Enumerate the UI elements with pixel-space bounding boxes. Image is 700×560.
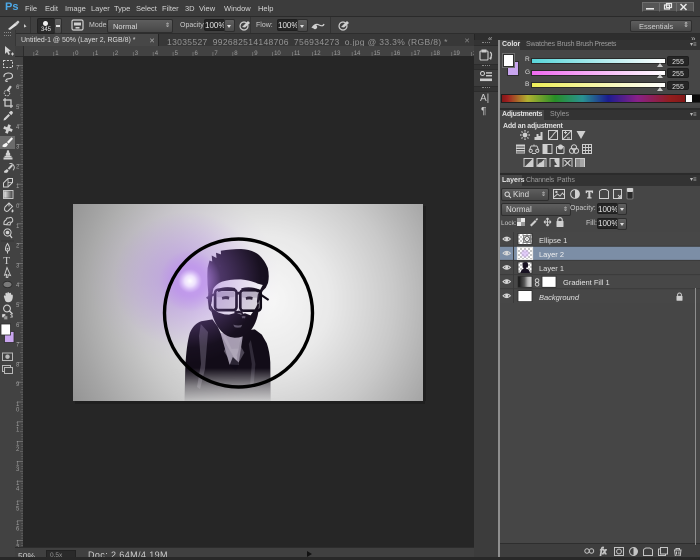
svg-text:2: 2 <box>16 447 20 453</box>
svg-text:4: 4 <box>16 283 20 289</box>
svg-text:7: 7 <box>16 343 20 349</box>
svg-text:T: T <box>3 255 10 267</box>
svg-text:5: 5 <box>16 303 20 309</box>
svg-text:2: 2 <box>16 164 20 170</box>
svg-text:1: 1 <box>16 184 20 190</box>
svg-text:5: 5 <box>16 507 20 513</box>
svg-text:T: T <box>586 189 593 200</box>
svg-text:8: 8 <box>16 362 20 368</box>
svg-text:0: 0 <box>16 204 20 210</box>
svg-text:6: 6 <box>16 323 20 329</box>
svg-text:3: 3 <box>16 145 20 151</box>
svg-text:4: 4 <box>16 125 20 131</box>
svg-text:2: 2 <box>16 244 20 250</box>
svg-text:3: 3 <box>16 263 20 269</box>
svg-text:9: 9 <box>16 382 20 388</box>
svg-text:1: 1 <box>16 224 20 230</box>
svg-text:1: 1 <box>16 427 20 433</box>
svg-text:0: 0 <box>16 408 20 414</box>
svg-text:6: 6 <box>16 85 20 91</box>
svg-text:4: 4 <box>16 487 20 493</box>
svg-text:fx: fx <box>600 546 607 556</box>
svg-text:5: 5 <box>16 105 20 111</box>
svg-text:3: 3 <box>16 467 20 473</box>
svg-text:7: 7 <box>16 65 20 71</box>
svg-text:6: 6 <box>16 526 20 532</box>
